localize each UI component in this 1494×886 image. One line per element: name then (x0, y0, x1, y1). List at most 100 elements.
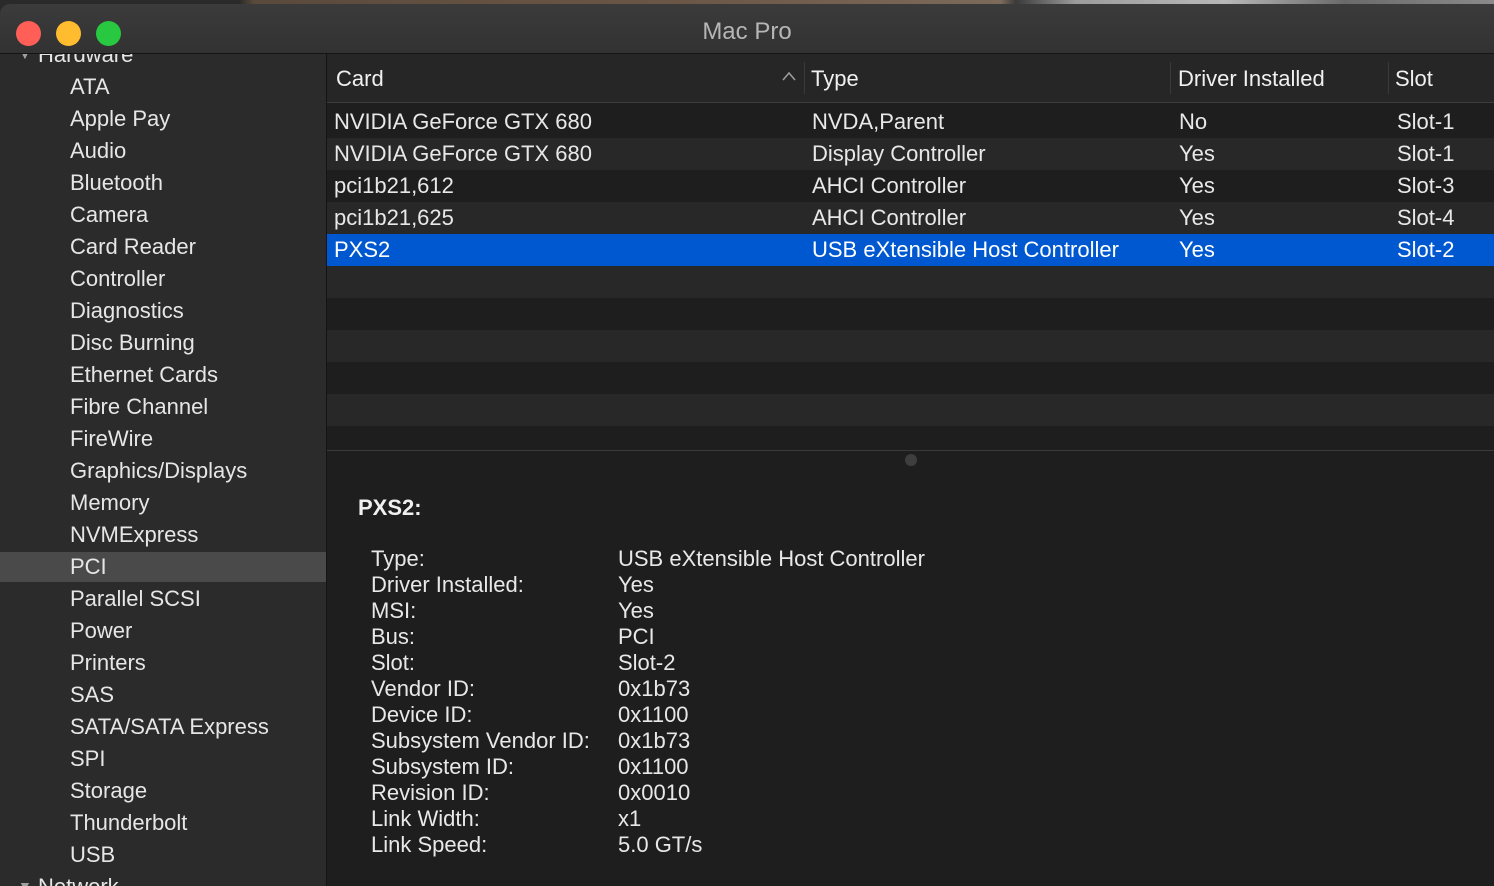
column-header-driver-installed[interactable]: Driver Installed (1169, 54, 1389, 102)
detail-field-value: Yes (618, 572, 654, 597)
sidebar-item-label: Audio (70, 138, 127, 163)
empty-table-row (327, 330, 1494, 362)
sidebar-item-label: SAS (70, 682, 115, 707)
sidebar-item-label: SATA/SATA Express (70, 714, 269, 739)
sidebar-item-power[interactable]: Power (0, 616, 326, 646)
detail-field-label: Subsystem ID: (371, 754, 515, 779)
column-header-type[interactable]: Type (802, 54, 1170, 102)
table-row[interactable]: pci1b21,612 AHCI Controller Yes Slot-3 (327, 170, 1494, 202)
sidebar-item-label: Bluetooth (70, 170, 163, 195)
splitter-handle-icon[interactable] (905, 454, 917, 466)
cell-type: NVDA,Parent (812, 109, 945, 134)
detail-title: PXS2: (358, 495, 422, 520)
split-view-divider[interactable] (327, 450, 1494, 470)
empty-table-row (327, 266, 1494, 298)
sidebar-section-hardware[interactable]: ▼ Hardware (0, 54, 326, 70)
cell-card: PXS2 (334, 237, 391, 262)
detail-field-value: 0x1100 (618, 702, 689, 727)
sidebar-item-ethernet-cards[interactable]: Ethernet Cards (0, 360, 326, 390)
sidebar-item-diagnostics[interactable]: Diagnostics (0, 296, 326, 326)
sidebar-item-label: Ethernet Cards (70, 362, 218, 387)
empty-table-row (327, 426, 1494, 450)
table-row[interactable]: NVIDIA GeForce GTX 680 Display Controller… (327, 138, 1494, 170)
sidebar-section-network[interactable]: ▼ Network (0, 872, 326, 886)
empty-table-row (327, 298, 1494, 330)
column-header-card[interactable]: Card (327, 54, 805, 102)
sidebar-item-thunderbolt[interactable]: Thunderbolt (0, 808, 326, 838)
sidebar-item-sas[interactable]: SAS (0, 680, 326, 710)
empty-table-row (327, 362, 1494, 394)
column-header-slot[interactable]: Slot (1386, 54, 1494, 102)
column-header-label: Card (336, 66, 384, 91)
cell-driver-installed: Yes (1179, 205, 1215, 230)
table-row[interactable]: PXS2 USB eXtensible Host Controller Yes Slo… (327, 234, 1494, 266)
title-bar[interactable]: Mac Pro (0, 4, 1494, 54)
cell-slot: Slot-4 (1397, 205, 1455, 230)
sidebar-item-label: Storage (70, 778, 148, 803)
sidebar-item-label: USB (70, 842, 116, 867)
detail-pane: PXS2: Type: USB eXtensible Host Controlle… (327, 469, 1494, 886)
sidebar-item-label: Card Reader (70, 234, 196, 259)
sidebar-item-fibre-channel[interactable]: Fibre Channel (0, 392, 326, 422)
sidebar-item-label: SPI (70, 746, 106, 771)
sidebar-item-nvmexpress[interactable]: NVMExpress (0, 520, 326, 550)
sidebar-item-printers[interactable]: Printers (0, 648, 326, 678)
sidebar-item-label: Thunderbolt (70, 810, 188, 835)
detail-field-value: 5.0 GT/s (618, 832, 703, 857)
detail-field-label: Vendor ID: (371, 676, 475, 701)
sidebar-section-label: Hardware (38, 54, 134, 67)
sidebar-section-label: Network (38, 874, 119, 886)
sidebar-item-bluetooth[interactable]: Bluetooth (0, 168, 326, 198)
sidebar-item-label: Memory (70, 490, 150, 515)
sidebar-item-audio[interactable]: Audio (0, 136, 326, 166)
sidebar-item-apple-pay[interactable]: Apple Pay (0, 104, 326, 134)
sidebar-item-label: ATA (70, 74, 110, 99)
detail-field-value: Yes (618, 598, 654, 623)
window-title: Mac Pro (702, 18, 792, 45)
disclosure-open-icon[interactable]: ▼ (18, 878, 32, 886)
detail-field-label: Link Width: (371, 806, 480, 831)
column-header-label: Slot (1395, 66, 1433, 91)
sidebar-item-label: Disc Burning (70, 330, 195, 355)
sidebar-item-label: Apple Pay (70, 106, 171, 131)
sidebar-item-controller[interactable]: Controller (0, 264, 326, 294)
sidebar-item-camera[interactable]: Camera (0, 200, 326, 230)
cell-type: AHCI Controller (812, 205, 967, 230)
cell-card: NVIDIA GeForce GTX 680 (334, 109, 592, 134)
cell-driver-installed: Yes (1179, 237, 1215, 262)
detail-field-value: 0x1100 (618, 754, 689, 779)
sidebar-item-usb[interactable]: USB (0, 840, 326, 870)
sidebar-item-label: Diagnostics (70, 298, 184, 323)
sidebar-item-ata[interactable]: ATA (0, 72, 326, 102)
table-row[interactable]: NVIDIA GeForce GTX 680 NVDA,Parent No Slot-… (327, 106, 1494, 138)
detail-field-label: Type: (371, 546, 425, 571)
sidebar-item-parallel-scsi[interactable]: Parallel SCSI (0, 584, 326, 614)
sort-ascending-icon (782, 71, 796, 81)
detail-field-value: USB eXtensible Host Controller (618, 546, 925, 571)
cell-driver-installed: Yes (1179, 173, 1215, 198)
sidebar-item-firewire[interactable]: FireWire (0, 424, 326, 454)
sidebar-item-storage[interactable]: Storage (0, 776, 326, 806)
sidebar-item-sata-sata-express[interactable]: SATA/SATA Express (0, 712, 326, 742)
cell-slot: Slot-2 (1397, 237, 1455, 262)
sidebar-item-label: FireWire (70, 426, 154, 451)
column-header-label: Driver Installed (1178, 66, 1325, 91)
table-row[interactable]: pci1b21,625 AHCI Controller Yes Slot-4 (327, 202, 1494, 234)
cell-type: USB eXtensible Host Controller (812, 237, 1119, 262)
detail-field-label: MSI: (371, 598, 417, 623)
sidebar-item-label: NVMExpress (70, 522, 199, 547)
disclosure-open-icon[interactable]: ▼ (18, 54, 32, 62)
sidebar-item-disc-burning[interactable]: Disc Burning (0, 328, 326, 358)
sidebar-item-memory[interactable]: Memory (0, 488, 326, 518)
sidebar-item-spi[interactable]: SPI (0, 744, 326, 774)
cell-card: pci1b21,612 (334, 173, 454, 198)
sidebar-item-graphics-displays[interactable]: Graphics/Displays (0, 456, 326, 486)
cell-driver-installed: No (1179, 109, 1208, 134)
cell-card: NVIDIA GeForce GTX 680 (334, 141, 592, 166)
system-information-window: Mac Pro ▼ Hardware ATA Apple Pay Audio Blue… (0, 4, 1494, 886)
detail-field-label: Driver Installed: (371, 572, 524, 597)
cell-type: AHCI Controller (812, 173, 967, 198)
sidebar-item-label: Controller (70, 266, 166, 291)
sidebar-item-card-reader[interactable]: Card Reader (0, 232, 326, 262)
sidebar-item-pci[interactable]: PCI (0, 552, 326, 582)
